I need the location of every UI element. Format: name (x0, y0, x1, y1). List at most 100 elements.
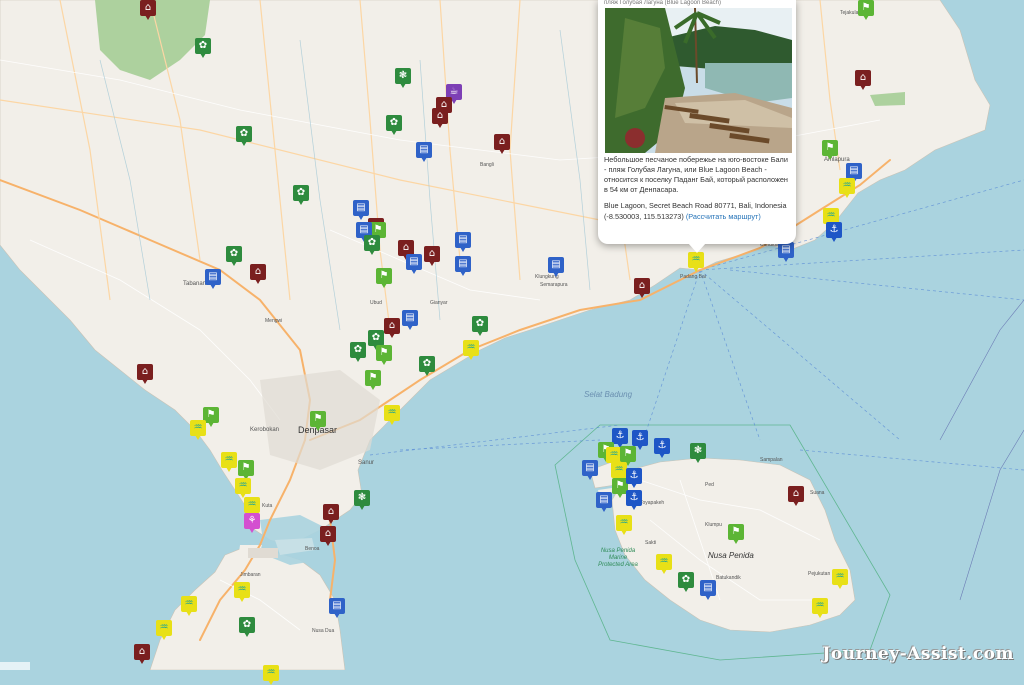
map-marker-hotel[interactable]: ▤ (402, 310, 418, 330)
map-marker-hotel[interactable]: ▤ (406, 254, 422, 274)
temple-icon: ⌂ (250, 264, 266, 280)
map-attribution[interactable] (0, 662, 30, 670)
map-marker-beach[interactable]: ♒ (812, 598, 828, 618)
map-marker-beach[interactable]: ♒ (181, 596, 197, 616)
map-marker-temple[interactable]: ⌂ (384, 318, 400, 338)
map-canvas[interactable]: Denpasar Kerobokan Sanur Nusa Penida Nus… (0, 0, 1024, 685)
temple-icon: ⌂ (137, 364, 153, 380)
map-marker-flag[interactable]: ⚑ (376, 345, 392, 365)
map-marker-hotel[interactable]: ▤ (778, 242, 794, 262)
map-marker-flag[interactable]: ⚑ (376, 268, 392, 288)
lotus-icon: ⚘ (244, 513, 260, 529)
map-marker-nature[interactable]: ✿ (678, 572, 694, 592)
map-marker-beach[interactable]: ♒ (384, 405, 400, 425)
flag-icon: ⚑ (620, 446, 636, 462)
map-marker-flag[interactable]: ⚑ (728, 524, 744, 544)
flower-icon: ✿ (239, 617, 255, 633)
map-marker-temple[interactable]: ⌂ (432, 108, 448, 128)
map-marker-nature[interactable]: ✿ (386, 115, 402, 135)
map-marker-flag[interactable]: ⚑ (365, 370, 381, 390)
flower-icon: ✿ (386, 115, 402, 131)
map-marker-beach[interactable]: ♒ (263, 665, 279, 685)
popup-arrow (688, 243, 706, 253)
map-marker-nature[interactable]: ✿ (239, 617, 255, 637)
map-marker-beach[interactable]: ♒ (616, 515, 632, 535)
palm-beach-icon: ♒ (463, 340, 479, 356)
map-marker-hotel[interactable]: ▤ (329, 598, 345, 618)
map-marker-hotel[interactable]: ▤ (416, 142, 432, 162)
flag-icon: ⚑ (376, 268, 392, 284)
map-marker-temple[interactable]: ⌂ (320, 526, 336, 546)
popup-image (605, 8, 792, 153)
building-icon: ▤ (455, 256, 471, 272)
palm-beach-icon: ♒ (839, 178, 855, 194)
map-marker-nature[interactable]: ✿ (350, 342, 366, 362)
diver-icon: ⚓ (632, 430, 648, 446)
map-marker-hotel[interactable]: ▤ (205, 269, 221, 289)
map-marker-beach[interactable]: ♒ (190, 420, 206, 440)
map-marker-beach[interactable]: ♒ (656, 554, 672, 574)
map-marker-nature[interactable]: ✿ (195, 38, 211, 58)
map-marker-temple[interactable]: ⌂ (140, 0, 156, 20)
map-marker-dive[interactable]: ⚓ (826, 222, 842, 242)
flower-icon: ✿ (195, 38, 211, 54)
map-marker-temple[interactable]: ⌂ (137, 364, 153, 384)
building-icon: ▤ (205, 269, 221, 285)
map-marker-beach[interactable]: ♒ (688, 252, 704, 272)
map-marker-hotel[interactable]: ▤ (353, 200, 369, 220)
map-marker-temple[interactable]: ⌂ (788, 486, 804, 506)
map-marker-hotel[interactable]: ▤ (596, 492, 612, 512)
map-marker-animal[interactable]: ❃ (690, 443, 706, 463)
flower-icon: ✿ (236, 126, 252, 142)
diver-icon: ⚓ (654, 438, 670, 454)
map-marker-beach[interactable]: ♒ (156, 620, 172, 640)
paw-icon: ❃ (690, 443, 706, 459)
map-marker-temple[interactable]: ⌂ (855, 70, 871, 90)
map-marker-beach[interactable]: ♒ (832, 569, 848, 589)
map-marker-temple[interactable]: ⌂ (494, 134, 510, 154)
palm-beach-icon: ♒ (244, 497, 260, 513)
map-marker-flag[interactable]: ⚑ (822, 140, 838, 160)
map-marker-nature[interactable]: ✿ (293, 185, 309, 205)
map-marker-temple[interactable]: ⌂ (634, 278, 650, 298)
map-marker-beach[interactable]: ♒ (235, 478, 251, 498)
map-marker-hotel[interactable]: ▤ (455, 256, 471, 276)
map-marker-temple[interactable]: ⌂ (250, 264, 266, 284)
popup-description: Небольшое песчаное побережье на юго-вост… (604, 155, 788, 194)
map-marker-beach[interactable]: ♒ (463, 340, 479, 360)
map-marker-temple[interactable]: ⌂ (134, 644, 150, 664)
map-marker-animal[interactable]: ❃ (354, 490, 370, 510)
map-marker-dive[interactable]: ⚓ (612, 428, 628, 448)
building-icon: ▤ (455, 232, 471, 248)
map-marker-nature[interactable]: ✿ (472, 316, 488, 336)
map-marker-hotel[interactable]: ▤ (455, 232, 471, 252)
map-marker-animal[interactable]: ❃ (395, 68, 411, 88)
route-link[interactable]: (Рассчитать маршрут) (686, 212, 761, 221)
building-icon: ▤ (406, 254, 422, 270)
map-marker-nature[interactable]: ✿ (364, 235, 380, 255)
map-marker-hotel[interactable]: ▤ (582, 460, 598, 480)
map-marker-dive[interactable]: ⚓ (654, 438, 670, 458)
map-marker-beach[interactable]: ♒ (221, 452, 237, 472)
flag-icon: ⚑ (365, 370, 381, 386)
map-marker-flag[interactable]: ⚑ (238, 460, 254, 480)
map-marker-temple[interactable]: ⌂ (424, 246, 440, 266)
building-icon: ▤ (778, 242, 794, 258)
map-marker-beach[interactable]: ♒ (839, 178, 855, 198)
map-marker-nature[interactable]: ✿ (226, 246, 242, 266)
map-marker-flag[interactable]: ⚑ (310, 411, 326, 431)
map-marker-temple[interactable]: ⌂ (323, 504, 339, 524)
temple-icon: ⌂ (432, 108, 448, 124)
map-marker-dive[interactable]: ⚓ (626, 490, 642, 510)
palm-beach-icon: ♒ (812, 598, 828, 614)
palm-beach-icon: ♒ (181, 596, 197, 612)
map-marker-nature[interactable]: ✿ (236, 126, 252, 146)
map-marker-hotel[interactable]: ▤ (548, 257, 564, 277)
map-marker-beach[interactable]: ♒ (234, 582, 250, 602)
map-marker-nature[interactable]: ✿ (419, 356, 435, 376)
map-marker-hotel[interactable]: ▤ (700, 580, 716, 600)
map-marker-flag[interactable]: ⚑ (858, 0, 874, 20)
paw-icon: ❃ (395, 68, 411, 84)
map-marker-dive[interactable]: ⚓ (626, 468, 642, 488)
map-marker-spa[interactable]: ⚘ (244, 513, 260, 533)
